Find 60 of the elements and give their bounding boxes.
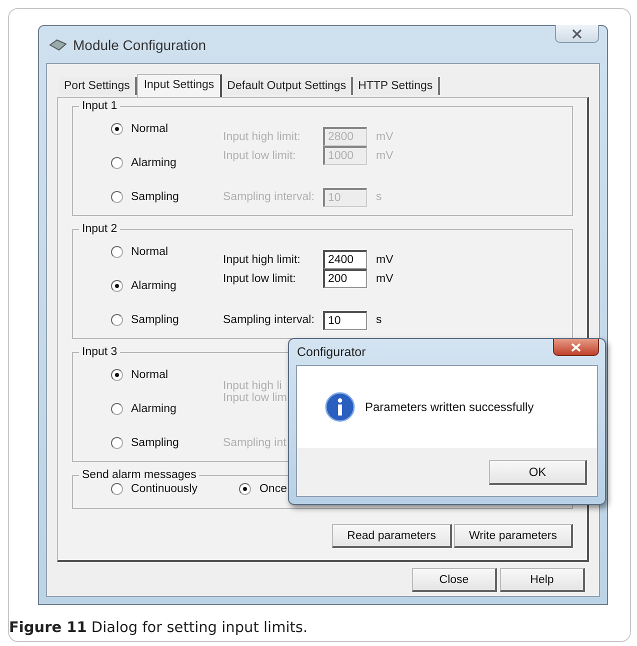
field-label: Sampling int xyxy=(223,437,288,449)
group-title: Input 3 xyxy=(81,346,118,358)
radio-label: Sampling xyxy=(131,191,179,203)
radio-button[interactable] xyxy=(111,369,123,381)
group-title: Input 2 xyxy=(81,223,118,235)
close-button[interactable] xyxy=(555,25,599,43)
radio-button[interactable] xyxy=(111,280,123,292)
radio-label: Normal xyxy=(131,369,168,381)
radio-label: Continuously xyxy=(131,483,198,495)
radio-label: Normal xyxy=(131,246,168,258)
dialog-title: Configurator xyxy=(297,345,366,359)
unit-label: mV xyxy=(376,272,394,284)
push-button[interactable]: Read parameters xyxy=(332,524,452,548)
input-field[interactable]: 10 xyxy=(323,310,367,330)
unit-label: s xyxy=(376,191,382,203)
field-label: Input low limit: xyxy=(223,272,297,284)
radio-label: Normal xyxy=(131,123,168,135)
radio-label: Sampling xyxy=(131,314,179,326)
radio-button[interactable] xyxy=(111,437,123,449)
radio-label: Alarming xyxy=(131,157,176,169)
radio-button[interactable] xyxy=(111,191,123,203)
tab[interactable]: Input Settings xyxy=(136,74,222,97)
group-title: Send alarm messages xyxy=(81,469,198,481)
radio-button[interactable] xyxy=(111,314,123,326)
field-label: Input high li xyxy=(223,380,283,392)
radio-button[interactable] xyxy=(239,483,252,495)
radio-button[interactable] xyxy=(111,123,123,135)
field-label: Sampling interval: xyxy=(223,191,316,203)
radio-button[interactable] xyxy=(111,483,123,495)
unit-label: mV xyxy=(376,150,394,162)
field-label: Input high limit: xyxy=(223,254,302,266)
field-label: Input low limit: xyxy=(223,150,297,162)
radio-button[interactable] xyxy=(111,246,123,258)
radio-label: Once xyxy=(259,483,287,495)
field-label: Sampling interval: xyxy=(223,314,316,326)
figure-caption: Figure 11 Dialog for setting input limits. xyxy=(9,620,308,636)
radio-button[interactable] xyxy=(111,157,123,169)
input-field[interactable]: 200 xyxy=(323,269,367,288)
radio-label: Sampling xyxy=(131,437,179,449)
message-text: Parameters written successfully xyxy=(365,400,534,414)
radio-button[interactable] xyxy=(111,403,123,415)
ok-button[interactable]: OK xyxy=(489,460,587,484)
close-icon xyxy=(571,342,581,352)
group-title: Input 1 xyxy=(81,100,118,112)
close-icon xyxy=(571,28,583,38)
unit-label: s xyxy=(376,314,382,326)
unit-label: mV xyxy=(376,130,394,142)
push-button[interactable]: Write parameters xyxy=(454,524,573,548)
field-label: Input low lim xyxy=(223,392,288,404)
field-label: Input high limit: xyxy=(223,130,302,142)
radio-label: Alarming xyxy=(131,280,176,292)
push-button[interactable]: Help xyxy=(500,568,585,592)
input-field[interactable]: 2400 xyxy=(323,250,367,269)
push-button[interactable]: Close xyxy=(412,568,497,592)
radio-label: Alarming xyxy=(131,403,176,415)
close-button[interactable] xyxy=(553,339,599,356)
info-icon xyxy=(325,392,355,422)
app-icon xyxy=(49,38,67,50)
unit-label: mV xyxy=(376,254,394,266)
window-title: Module Configuration xyxy=(73,36,206,52)
